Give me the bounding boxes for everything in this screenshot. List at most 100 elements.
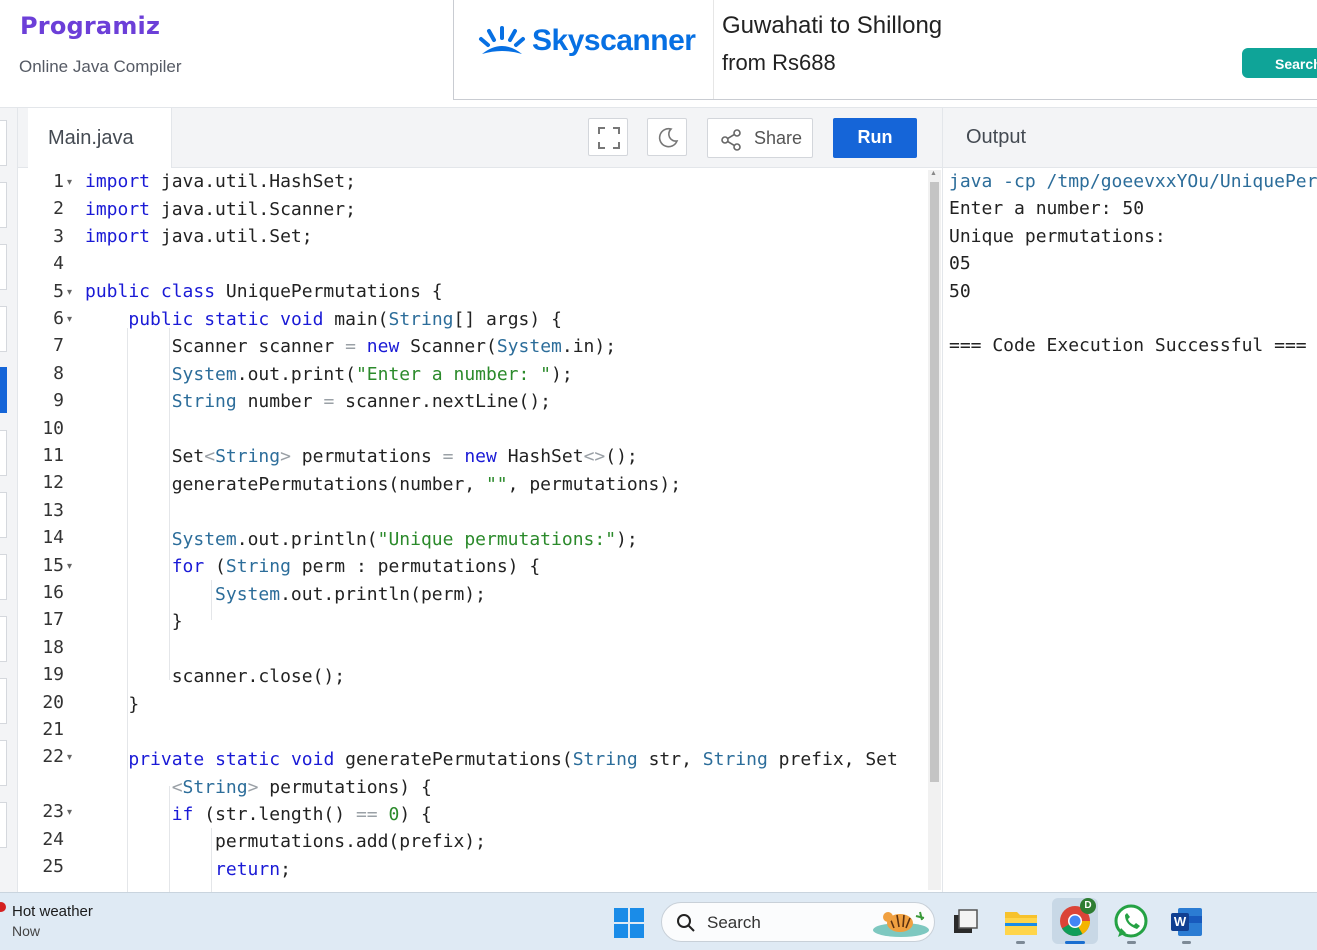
editor-scrollbar-thumb[interactable] <box>930 182 939 782</box>
code-editor[interactable]: 1 ▾ 2 3 4 5 ▾ 6 ▾ 7 8 9 10 11 12 13 14 15 ▾ 16 17 18 19 20 21 22 ▾… <box>18 168 942 892</box>
ad-brand-area[interactable]: Skyscanner <box>454 0 714 99</box>
windows-taskbar: Hot weather Now Search D W <box>0 892 1317 950</box>
output-header: Output <box>942 108 1317 168</box>
line-number: 9 <box>53 390 64 412</box>
code-line: import java.util.HashSet; <box>85 171 356 192</box>
code-line: if (str.length() == 0) { <box>171 804 432 825</box>
fold-toggle-icon[interactable]: ▾ <box>67 177 72 188</box>
rail-item[interactable] <box>0 802 7 848</box>
rail-item[interactable] <box>0 740 7 786</box>
taskbar-search-label: Search <box>707 913 761 932</box>
code-line: <String> permutations) { <box>171 777 432 798</box>
app-running-indicator <box>1182 941 1191 944</box>
rail-item[interactable] <box>0 554 7 600</box>
rail-item[interactable] <box>0 430 7 476</box>
line-number: 1 <box>53 171 64 192</box>
fold-toggle-icon[interactable]: ▾ <box>67 314 72 325</box>
site-header: Programiz Online Java Compiler Skyscanne… <box>0 0 1317 108</box>
task-view-icon[interactable] <box>946 903 984 941</box>
code-line: for (String perm : permutations) { <box>171 556 541 577</box>
fold-toggle-icon[interactable]: ▾ <box>67 752 72 763</box>
output-line: Unique permutations: <box>949 225 1166 247</box>
output-line: Enter a number: 50 <box>949 198 1145 220</box>
fold-toggle-icon[interactable]: ▾ <box>67 561 72 572</box>
code-line: Scanner scanner = new Scanner(System.in)… <box>85 336 617 357</box>
line-number: 17 <box>42 609 64 631</box>
output-line: === Code Execution Successful === <box>949 335 1307 357</box>
line-number: 8 <box>53 362 64 384</box>
line-number: 4 <box>53 253 64 275</box>
chrome-profile-badge: D <box>1080 898 1096 914</box>
line-number: 18 <box>42 636 64 658</box>
weather-widget-title[interactable]: Hot weather <box>12 903 93 920</box>
scroll-up-arrow-icon[interactable]: ▲ <box>930 170 937 177</box>
code-line: scanner.close(); <box>85 666 346 687</box>
output-line: 05 <box>949 253 971 275</box>
rail-item[interactable] <box>0 182 7 228</box>
code-line: permutations.add(prefix); <box>85 831 486 852</box>
language-rail <box>0 108 18 892</box>
line-number: 3 <box>53 225 64 247</box>
line-number: 19 <box>42 664 64 686</box>
ad-price: from Rs688 <box>722 50 836 75</box>
moon-icon <box>658 127 679 148</box>
share-label: Share <box>754 128 803 148</box>
taskbar-search[interactable]: Search <box>661 902 935 942</box>
tiger-illustration-icon <box>873 911 929 937</box>
app-running-indicator <box>1127 941 1136 944</box>
code-line: Set<String> permutations = new HashSet<>… <box>85 446 638 467</box>
advertisement-banner[interactable]: Skyscanner Guwahati to Shillong from Rs6… <box>453 0 1317 100</box>
weather-widget-time[interactable]: Now <box>12 923 40 939</box>
windows-start-icon[interactable] <box>613 907 645 939</box>
rail-item[interactable] <box>0 120 7 166</box>
code-line: String number = scanner.nextLine(); <box>171 391 552 412</box>
code-line: public static void main(String[] args) { <box>128 309 562 330</box>
tab-main-java[interactable]: Main.java <box>28 108 172 168</box>
code-line: import java.util.Scanner; <box>85 199 356 220</box>
output-command-line: java -cp /tmp/goeevxxYOu/UniquePerm <box>949 171 1317 192</box>
page-subtitle: Online Java Compiler <box>19 57 182 76</box>
rail-item[interactable] <box>0 244 7 290</box>
programiz-logo[interactable]: Programiz <box>20 12 160 40</box>
share-button[interactable]: Share <box>707 118 813 158</box>
line-number: 15 <box>42 554 64 576</box>
line-number: 22 <box>42 746 64 768</box>
code-line: } <box>85 611 183 632</box>
fold-toggle-icon[interactable]: ▾ <box>67 287 72 298</box>
weather-alert-icon <box>0 902 6 912</box>
line-number: 2 <box>53 198 64 220</box>
skyscanner-sunrise-icon <box>479 26 525 54</box>
file-explorer-icon[interactable] <box>1002 903 1040 941</box>
line-number: 5 <box>53 280 64 302</box>
line-number: 14 <box>42 527 64 549</box>
share-icon <box>721 129 741 151</box>
rail-item[interactable] <box>0 306 7 352</box>
whatsapp-icon[interactable] <box>1112 903 1150 941</box>
output-console: java -cp /tmp/goeevxxYOu/UniquePerm Enter… <box>942 168 1317 892</box>
code-area[interactable]: import java.util.HashSet; import java.ut… <box>85 168 925 892</box>
output-line: 50 <box>949 280 971 302</box>
code-line: return; <box>215 859 291 880</box>
code-line: } <box>85 694 140 715</box>
code-line: import java.util.Set; <box>85 226 313 247</box>
run-button[interactable]: Run <box>833 118 917 158</box>
chrome-app-button[interactable]: D <box>1052 898 1098 944</box>
ad-route: Guwahati to Shillong <box>722 12 943 39</box>
fullscreen-icon <box>598 127 620 149</box>
theme-toggle-button[interactable] <box>647 118 687 156</box>
line-number: 24 <box>42 828 64 850</box>
line-number: 11 <box>42 445 64 466</box>
rail-item[interactable] <box>0 616 7 662</box>
editor-toolbar: Main.java Share Run <box>18 108 942 168</box>
word-app-button[interactable]: W <box>1168 903 1206 941</box>
ad-brand-name: Skyscanner <box>532 24 696 57</box>
word-icon-letter: W <box>1173 914 1187 929</box>
fold-toggle-icon[interactable]: ▾ <box>67 807 72 818</box>
rail-item[interactable] <box>0 678 7 724</box>
ad-search-button[interactable]: Search <box>1242 48 1317 78</box>
rail-item[interactable] <box>0 492 7 538</box>
code-line: private static void generatePermutations… <box>128 749 898 770</box>
line-number: 7 <box>53 335 64 357</box>
fullscreen-button[interactable] <box>588 118 628 156</box>
rail-item-active[interactable] <box>0 367 7 413</box>
